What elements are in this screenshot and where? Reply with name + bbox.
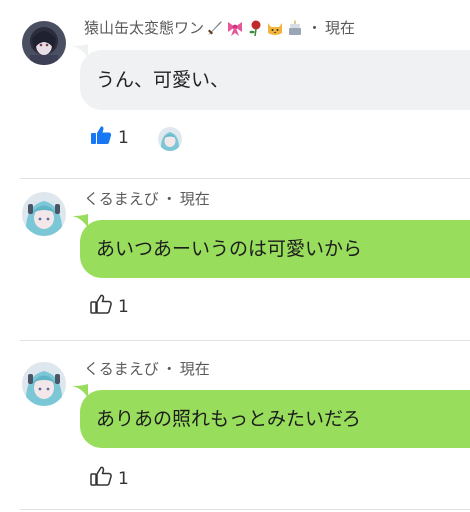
thumbs-up-icon[interactable] — [90, 466, 112, 491]
meta-separator: ・ — [307, 19, 323, 37]
timestamp: 現在 — [325, 19, 356, 37]
sword-icon — [206, 19, 224, 37]
thumbs-up-icon[interactable] — [90, 294, 112, 319]
timestamp: 現在 — [179, 360, 210, 378]
like-count: 1 — [118, 127, 129, 148]
rose-icon — [246, 19, 264, 37]
comment-text: うん、可愛い、 — [96, 69, 230, 91]
comment-divider — [20, 340, 470, 341]
comment-text: あいつあーいうのは可愛いから — [96, 238, 363, 260]
cake-icon — [286, 19, 304, 37]
cat-icon — [266, 19, 284, 37]
comment-2: くるまえび ・ 現在 あいつあーいうのは可愛いから 1 — [0, 180, 470, 340]
avatar[interactable] — [22, 362, 66, 406]
avatar[interactable] — [22, 192, 66, 236]
avatar[interactable] — [22, 21, 66, 65]
comment-meta: 猿山缶太変態ワン ・ 現在 — [84, 18, 355, 38]
author-name[interactable]: くるまえび — [84, 359, 159, 379]
comment-divider — [20, 178, 470, 179]
comment-1: 猿山缶太変態ワン ・ 現在 うん、可愛い、 1 — [0, 0, 470, 175]
liker-avatar[interactable] — [158, 127, 182, 151]
comment-text: ありあの照れもっとみたいだろ — [96, 408, 361, 430]
meta-separator: ・ — [161, 190, 177, 208]
author-name[interactable]: くるまえび — [84, 189, 159, 209]
like-control[interactable]: 1 — [90, 125, 129, 150]
comment-divider — [20, 509, 470, 510]
meta-separator: ・ — [161, 360, 177, 378]
like-control[interactable]: 1 — [90, 294, 129, 319]
comment-3: くるまえび ・ 現在 ありあの照れもっとみたいだろ 1 — [0, 348, 470, 512]
author-name[interactable]: 猿山缶太変態ワン — [84, 18, 204, 38]
ribbon-icon — [226, 19, 244, 37]
comment-meta: くるまえび ・ 現在 — [84, 189, 210, 209]
like-count: 1 — [118, 468, 129, 489]
comment-meta: くるまえび ・ 現在 — [84, 359, 210, 379]
comment-bubble[interactable]: あいつあーいうのは可愛いから — [80, 220, 470, 278]
comment-bubble[interactable]: うん、可愛い、 — [80, 50, 470, 110]
like-control[interactable]: 1 — [90, 466, 129, 491]
comment-bubble[interactable]: ありあの照れもっとみたいだろ — [80, 390, 470, 448]
thumbs-up-icon[interactable] — [90, 125, 112, 150]
timestamp: 現在 — [179, 190, 210, 208]
like-count: 1 — [118, 296, 129, 317]
author-emojis — [206, 19, 304, 37]
